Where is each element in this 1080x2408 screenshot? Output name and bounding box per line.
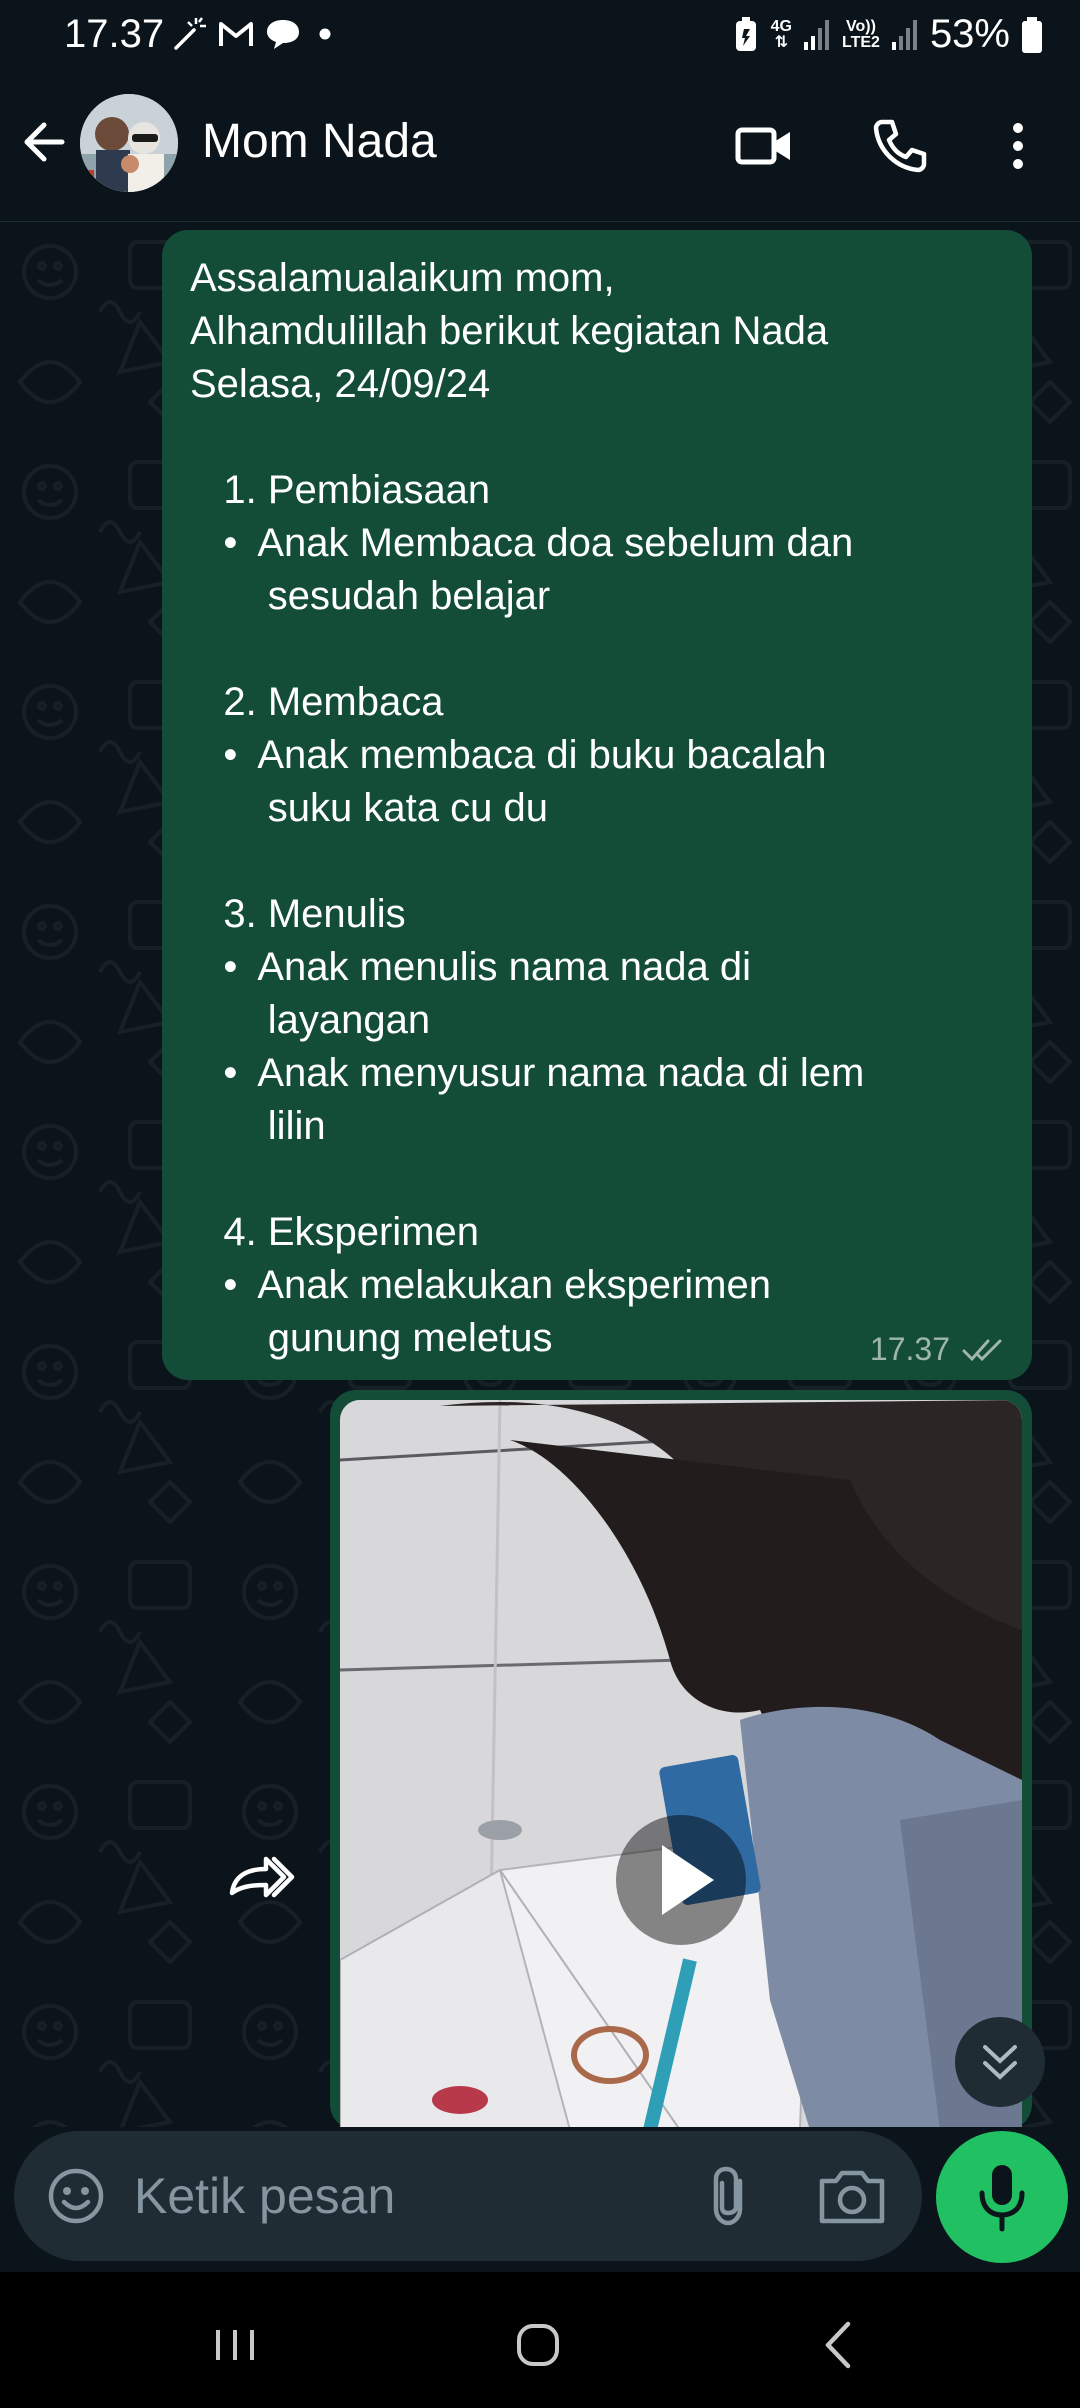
message-line: 4. Eksperimen xyxy=(190,1210,480,1254)
message-line: Selasa, 24/09/24 xyxy=(190,362,491,406)
message-line: • Anak membaca di buku bacalah xyxy=(190,733,827,777)
magic-wand-icon xyxy=(174,17,206,50)
dot-icon xyxy=(319,28,331,40)
battery-percent: 53% xyxy=(929,12,1010,56)
message-line xyxy=(190,1153,1004,1206)
message-line: 3. Menulis xyxy=(190,892,406,936)
gmail-icon xyxy=(219,22,253,46)
play-button[interactable] xyxy=(616,1815,746,1945)
camera-icon[interactable] xyxy=(814,2161,890,2231)
signal-icon xyxy=(804,19,829,50)
network-type-label: 4G xyxy=(770,17,792,35)
status-right-icons: 4G ⇅ Vo)) LTE2 53% xyxy=(731,12,1044,57)
video-thumbnail[interactable] xyxy=(340,1400,1022,2127)
message-text: Assalamualaikum mom, Alhamdulillah berik… xyxy=(190,252,1004,1365)
attach-icon[interactable] xyxy=(696,2161,766,2231)
message-line: • Anak melakukan eksperimen xyxy=(190,1263,771,1307)
message-line: Assalamualaikum mom, xyxy=(190,256,615,300)
status-notification-icons xyxy=(168,14,340,54)
video-call-icon[interactable] xyxy=(732,114,796,178)
mic-icon xyxy=(979,2165,1025,2232)
system-nav-bar xyxy=(0,2272,1080,2408)
back-icon[interactable] xyxy=(806,2310,876,2380)
message-line: • Anak menyusur nama nada di lem xyxy=(190,1051,865,1095)
chat-header: Mom Nada xyxy=(0,72,1080,222)
home-icon[interactable] xyxy=(503,2310,573,2380)
recents-icon[interactable] xyxy=(200,2310,270,2380)
avatar[interactable] xyxy=(80,94,178,192)
message-input[interactable] xyxy=(134,2161,674,2231)
chat-bubble-icon xyxy=(267,20,299,49)
status-bar: 17.37 4G ⇅ Vo)) LTE2 53% xyxy=(0,0,1080,72)
chat-area[interactable]: Assalamualaikum mom, Alhamdulillah berik… xyxy=(0,222,1080,2127)
message-input-bar xyxy=(0,2127,1080,2272)
phone-icon[interactable] xyxy=(868,114,932,178)
message-line xyxy=(190,835,1004,888)
message-line xyxy=(190,623,1004,676)
message-meta: 17.37 xyxy=(870,1331,1008,1368)
message-line: 2. Membaca xyxy=(190,680,444,724)
status-time: 17.37 xyxy=(64,12,165,56)
message-line xyxy=(190,411,1004,464)
lte-label: LTE2 xyxy=(842,33,880,51)
battery-icon xyxy=(1022,16,1042,53)
message-line: suku kata cu du xyxy=(190,786,548,830)
mic-button[interactable] xyxy=(936,2131,1068,2263)
double-chevron-down-icon xyxy=(983,2045,1017,2080)
back-arrow-icon[interactable] xyxy=(18,112,78,172)
read-double-check-icon xyxy=(962,1339,1002,1361)
message-line: 1. Pembiasaan xyxy=(190,468,491,512)
play-icon xyxy=(662,1845,714,1915)
video-thumbnail-image xyxy=(340,1400,1022,2127)
video-message-bubble[interactable] xyxy=(330,1390,1032,2127)
message-bubble-outgoing[interactable]: Assalamualaikum mom, Alhamdulillah berik… xyxy=(162,230,1032,1380)
emoji-icon[interactable] xyxy=(44,2164,108,2228)
battery-saver-icon xyxy=(735,16,756,51)
signal-icon xyxy=(891,19,917,50)
message-line: • Anak menulis nama nada di xyxy=(190,945,751,989)
message-line: Alhamdulillah berikut kegiatan Nada xyxy=(190,309,829,353)
message-line: • Anak Membaca doa sebelum dan xyxy=(190,521,854,565)
forward-icon[interactable] xyxy=(220,1837,300,1917)
avatar-photo xyxy=(80,94,178,192)
message-line: lilin xyxy=(190,1104,326,1148)
volte-label: Vo)) xyxy=(846,17,876,35)
contact-name[interactable]: Mom Nada xyxy=(202,114,437,169)
message-line: sesudah belajar xyxy=(190,574,551,618)
more-vert-icon[interactable] xyxy=(986,114,1050,178)
message-line: layangan xyxy=(190,998,431,1042)
scroll-to-bottom-button[interactable] xyxy=(955,2017,1045,2107)
message-time: 17.37 xyxy=(869,1331,950,1367)
message-input-container[interactable] xyxy=(14,2131,922,2261)
